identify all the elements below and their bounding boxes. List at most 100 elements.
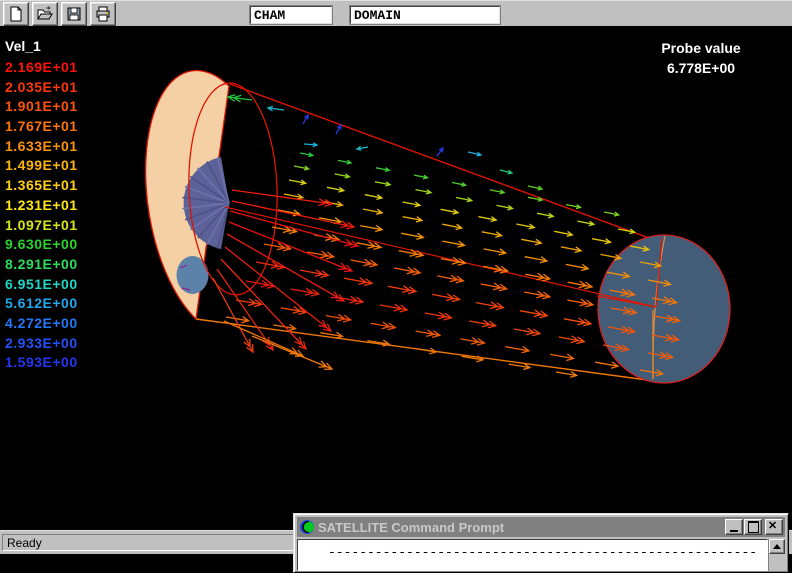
domain-field[interactable] [350,6,500,24]
legend-entry: 9.630E+00 [5,235,115,255]
maximize-button[interactable] [744,519,762,535]
velocity-vector [351,259,377,267]
graphics-viewport[interactable] [0,26,792,530]
velocity-vector [294,166,309,170]
velocity-vector [394,267,420,275]
velocity-vector [442,224,462,229]
velocity-vector [268,106,284,110]
velocity-vector [228,95,252,102]
scroll-up-button[interactable] [769,539,785,554]
close-button[interactable]: ✕ [765,519,783,535]
velocity-vector [416,330,440,338]
save-file-button[interactable] [61,2,87,26]
velocity-vector [327,187,344,192]
velocity-vector [528,186,542,190]
velocity-vector [525,257,547,263]
velocity-vector [514,328,540,336]
velocity-vector [484,249,506,255]
velocity-vector [441,257,466,265]
velocity-vector [437,148,443,156]
print-button[interactable] [90,2,116,26]
velocity-vector [442,241,464,247]
velocity-vector [425,312,452,320]
status-text: Ready [7,536,42,550]
scrollbar[interactable] [768,539,785,571]
printer-icon [95,6,111,22]
velocity-vector [414,175,428,179]
velocity-vector [225,247,331,331]
save-floppy-icon [66,6,82,22]
velocity-legend: Vel_1 2.169E+012.035E+011.901E+011.767E+… [5,38,115,373]
velocity-vector [432,294,460,302]
velocity-vector [478,217,496,222]
velocity-vector [300,153,313,157]
velocity-vector [469,320,495,328]
up-arrow-icon [773,544,781,549]
velocity-vector [481,283,507,291]
velocity-vector [566,264,588,270]
velocity-vector [550,354,573,360]
velocity-vector [326,314,351,322]
velocity-vector [524,291,550,299]
velocity-vector [516,224,534,229]
legend-entry: 2.169E+01 [5,58,115,78]
legend-entry: 4.272E+00 [5,314,115,334]
velocity-vector [482,232,502,237]
legend-entry: 8.291E+00 [5,255,115,275]
velocity-vector [441,209,459,214]
legend-entry: 1.499E+01 [5,156,115,176]
velocity-vector [500,170,512,174]
velocity-vector [604,212,619,216]
title-bar[interactable]: SATELLITE Command Prompt ✕ [297,517,785,537]
velocity-vector [497,205,513,209]
velocity-vector [416,190,432,194]
legend-entry: 5.612E+00 [5,294,115,314]
legend-entry: 1.767E+01 [5,117,115,137]
velocity-vector [415,348,437,354]
new-file-button[interactable] [3,2,29,26]
velocity-vector [554,231,572,236]
open-file-button[interactable] [32,2,58,26]
cham-field[interactable] [250,6,332,24]
velocity-vector [335,174,350,178]
velocity-vector [252,336,332,369]
output-line: ----------------------------------------… [328,545,757,560]
velocity-vector [380,304,407,312]
velocity-vector [304,143,317,147]
velocity-vector [559,336,585,344]
velocity-vector [213,278,253,352]
velocity-vector [300,270,328,278]
satellite-app-icon [299,519,315,535]
legend-entry: 1.097E+01 [5,216,115,236]
velocity-vector [528,197,542,201]
velocity-vector [232,201,354,229]
probe-readout: Probe value 6.778E+00 [626,38,776,78]
velocity-vector [456,198,472,202]
velocity-vector [476,302,503,310]
legend-entry: 2.035E+01 [5,78,115,98]
close-icon: ✕ [768,521,777,532]
minimize-button[interactable] [725,519,743,535]
velocity-vector [403,217,422,222]
velocity-vector [344,278,372,286]
prompt-body: ----------------------------------------… [297,539,785,571]
velocity-vector [520,310,547,318]
velocity-vector [556,372,577,378]
velocity-vector [490,190,504,194]
velocity-vector [338,160,351,164]
satellite-command-prompt-window: SATELLITE Command Prompt ✕ -------------… [293,513,789,573]
legend-entry: 2.933E+00 [5,334,115,354]
velocity-vector [360,226,382,232]
velocity-vector [537,213,553,217]
velocity-vector [246,280,275,288]
velocity-vector [592,239,610,244]
velocity-vector [452,183,466,187]
probe-label: Probe value [626,38,776,58]
velocity-vector [336,125,341,134]
window-title: SATELLITE Command Prompt [318,520,724,535]
legend-entry: 6.951E+00 [5,275,115,295]
velocity-vector [437,275,463,283]
velocity-vector [460,338,484,346]
velocity-vector [376,168,389,172]
command-output-area[interactable]: ----------------------------------------… [297,539,768,571]
